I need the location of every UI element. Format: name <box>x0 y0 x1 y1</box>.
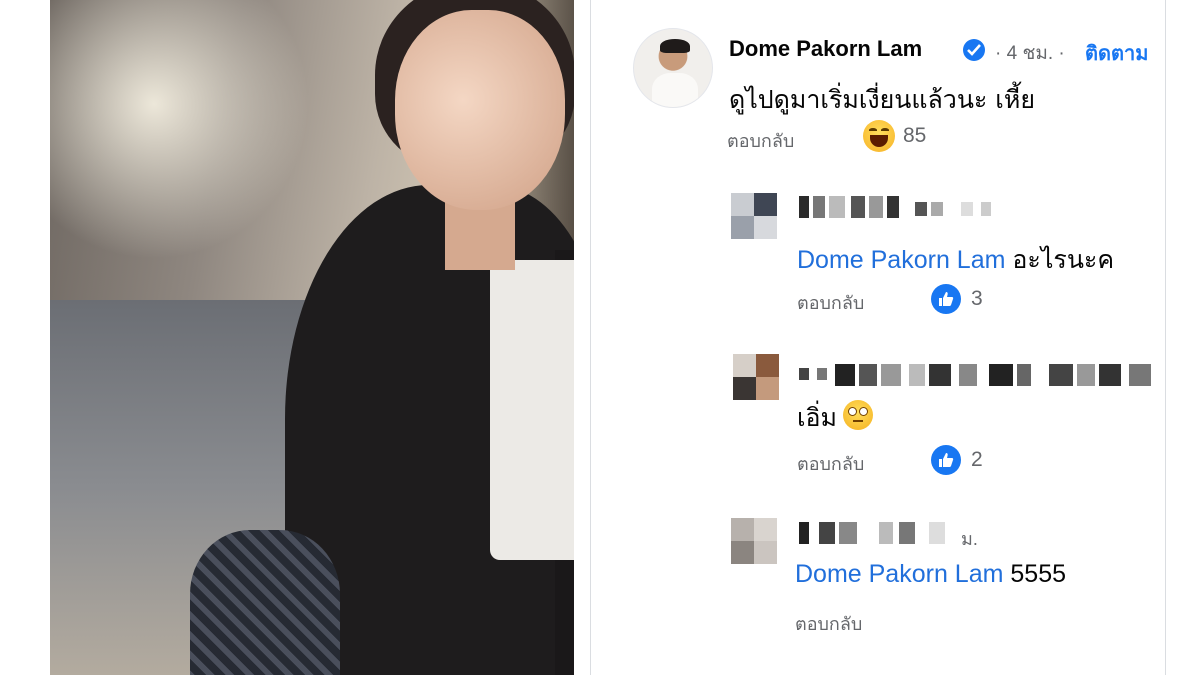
photo-bag <box>190 530 340 675</box>
face-with-rolling-eyes-icon <box>843 400 874 430</box>
reply-text: Dome Pakorn Lam 5555 <box>795 560 1066 589</box>
reply-avatar-blurred[interactable] <box>733 354 779 400</box>
reply-body: 5555 <box>1003 560 1066 588</box>
reply-body: อะไรนะค <box>1005 246 1115 274</box>
redacted-username[interactable] <box>799 196 1009 218</box>
reaction-count[interactable]: 2 <box>971 448 983 472</box>
redacted-username[interactable] <box>799 364 1159 386</box>
photo-face <box>395 10 565 210</box>
haha-mouth <box>870 135 888 147</box>
comments-panel: Dome Pakorn Lam · 4 ชม. · ติดตาม ดูไปดูม… <box>590 0 1166 675</box>
comment-text: ดูไปดูมาเริ่มเงี่ยนแล้วนะ เหี้ย <box>729 85 1035 114</box>
photo-bokeh <box>50 0 310 260</box>
like-icon[interactable] <box>931 284 961 314</box>
mention-link[interactable]: Dome Pakorn Lam <box>795 560 1003 588</box>
reply-button[interactable]: ตอบกลับ <box>727 126 794 155</box>
haha-eye <box>881 128 889 132</box>
haha-eye <box>869 128 877 132</box>
reaction-count[interactable]: 3 <box>971 287 983 311</box>
reply-avatar-blurred[interactable] <box>731 518 777 564</box>
photo-shirt <box>490 260 574 560</box>
reply-button[interactable]: ตอบกลับ <box>797 288 864 317</box>
comment-timestamp[interactable]: · 4 ชม. · <box>995 38 1065 68</box>
like-icon[interactable] <box>931 445 961 475</box>
haha-icon[interactable] <box>863 120 895 152</box>
reply-text: เอิ่ม <box>797 398 874 438</box>
redacted-username[interactable] <box>799 522 959 544</box>
avatar-hair <box>660 39 690 53</box>
reply-button[interactable]: ตอบกลับ <box>797 449 864 478</box>
post-photo[interactable] <box>50 0 574 675</box>
reply-button[interactable]: ตอบกลับ <box>795 609 862 638</box>
author-avatar[interactable] <box>633 28 713 108</box>
mention-link[interactable]: Dome Pakorn Lam <box>797 246 1005 274</box>
reply-body: เอิ่ม <box>797 403 838 432</box>
reply-text: Dome Pakorn Lam อะไรนะค <box>797 240 1114 280</box>
follow-button[interactable]: ติดตาม <box>1085 37 1148 69</box>
avatar-body <box>652 73 698 107</box>
redacted-username-tail: ม. <box>961 529 978 549</box>
comment-author-name[interactable]: Dome Pakorn Lam <box>729 36 922 62</box>
reaction-count[interactable]: 85 <box>903 124 926 148</box>
reply-avatar-blurred[interactable] <box>731 193 777 239</box>
verified-badge-icon <box>963 39 985 61</box>
